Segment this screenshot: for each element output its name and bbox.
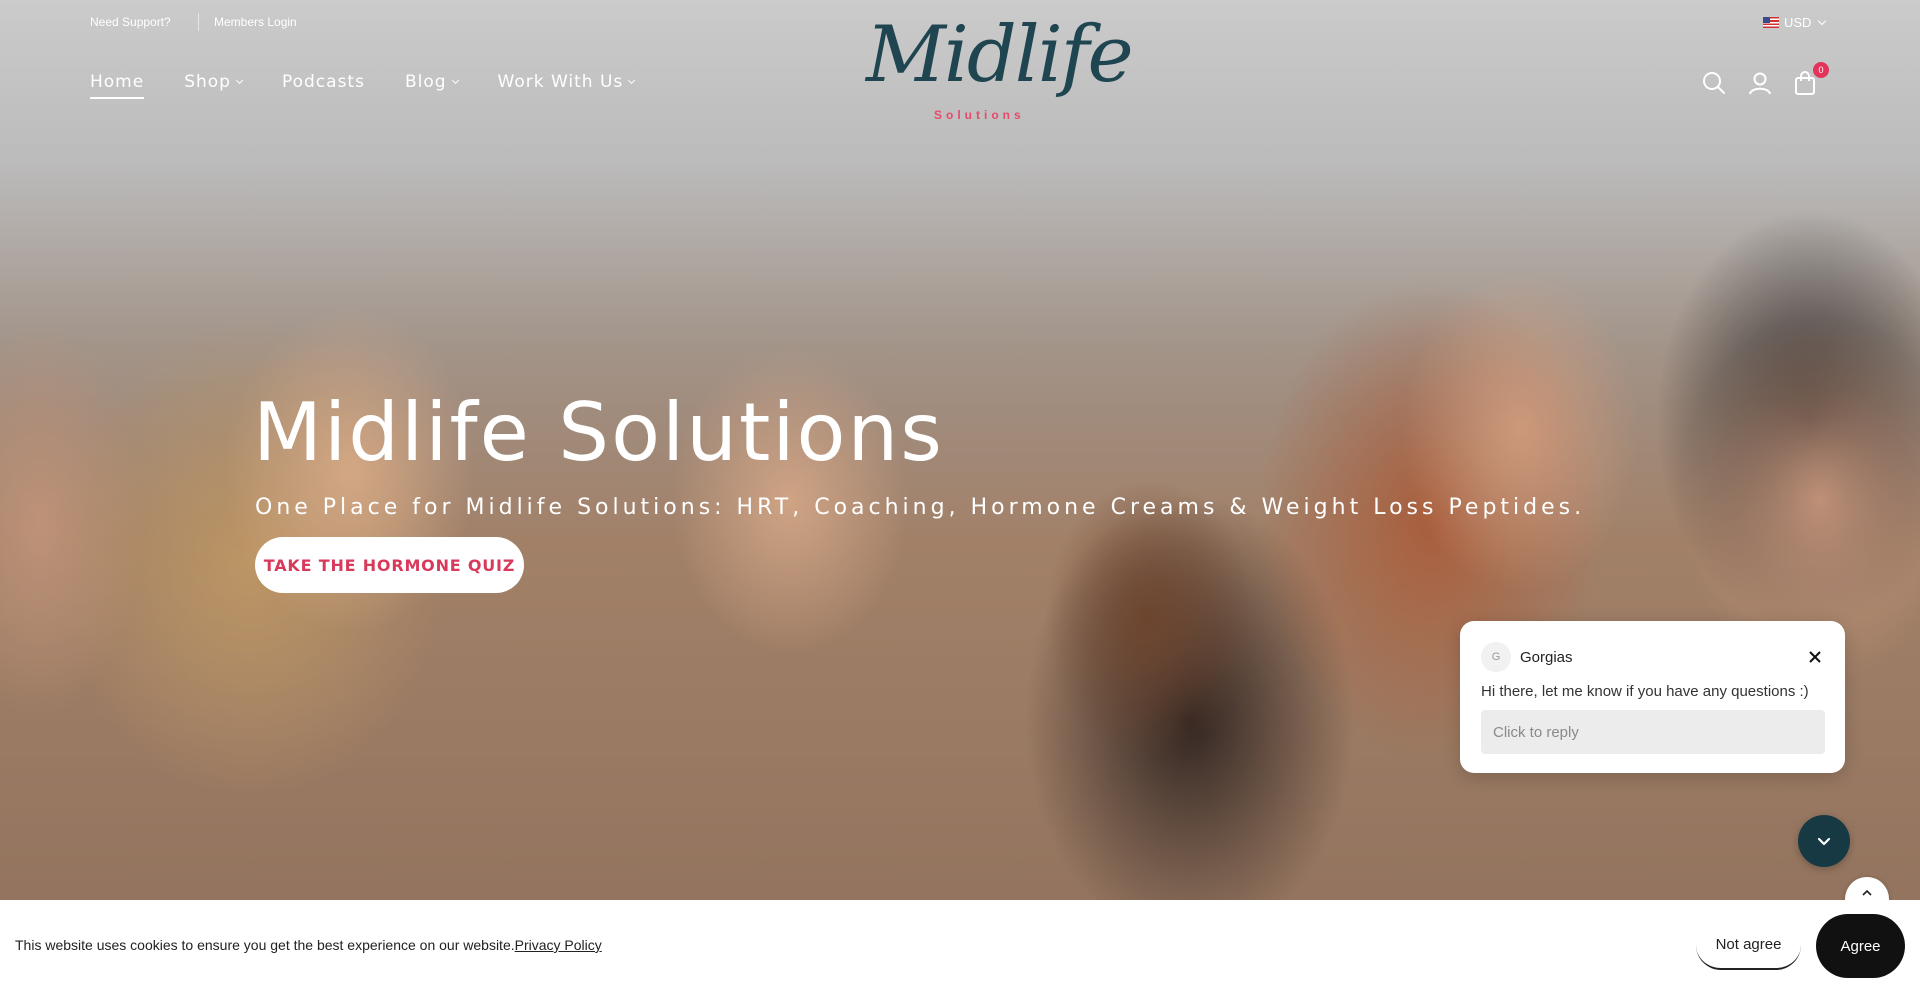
chevron-down-icon (1818, 16, 1827, 25)
search-icon[interactable] (1701, 70, 1727, 96)
members-login-link[interactable]: Members Login (214, 15, 297, 29)
user-icon[interactable] (1747, 70, 1773, 96)
hormone-quiz-button[interactable]: TAKE THE HORMONE QUIZ (255, 537, 524, 593)
site-logo[interactable]: Midlife Solutions (866, 16, 1134, 146)
chat-popup: G Gorgias Hi there, let me know if you h… (1460, 621, 1845, 773)
nav-item-label: Work With Us (497, 72, 624, 92)
nav-item-shop[interactable]: Shop (184, 70, 244, 94)
chat-reply-input[interactable] (1481, 710, 1825, 754)
top-bar-divider (198, 13, 199, 31)
need-support-link[interactable]: Need Support? (90, 15, 171, 29)
currency-selector[interactable]: USD (1763, 15, 1827, 30)
agree-button[interactable]: Agree (1816, 914, 1905, 978)
chevron-down-icon (1817, 837, 1831, 846)
nav-item-label: Home (90, 72, 145, 92)
hero-title: Midlife Solutions (253, 386, 944, 479)
currency-label: USD (1784, 15, 1812, 30)
nav-item-home[interactable]: Home (90, 70, 145, 99)
chat-message: Hi there, let me know if you have any qu… (1481, 683, 1809, 700)
logo-script-text: Midlife (866, 10, 1134, 100)
nav-item-label: Podcasts (281, 72, 365, 92)
chat-toggle-button[interactable] (1798, 815, 1850, 867)
close-icon[interactable] (1804, 646, 1826, 668)
hero-subtitle: One Place for Midlife Solutions: HRT, Co… (255, 495, 1586, 520)
cookie-banner-text: This website uses cookies to ensure you … (15, 937, 602, 953)
privacy-policy-link[interactable]: Privacy Policy (515, 937, 602, 953)
chat-agent-name: Gorgias (1520, 649, 1573, 666)
nav-item-podcasts[interactable]: Podcasts (282, 70, 365, 94)
cookie-message: This website uses cookies to ensure you … (15, 937, 515, 953)
chat-avatar: G (1481, 642, 1511, 672)
logo-sub-text: Solutions (934, 108, 1025, 122)
nav-item-blog[interactable]: Blog (404, 70, 459, 94)
not-agree-button[interactable]: Not agree (1696, 920, 1801, 970)
nav-item-label: Shop (184, 72, 231, 92)
chevron-down-icon (235, 76, 244, 84)
us-flag-icon (1763, 17, 1779, 28)
chevron-down-icon (451, 76, 459, 84)
cart-count-badge: 0 (1813, 62, 1829, 78)
nav-item-label: Blog (404, 72, 447, 92)
chevron-down-icon (628, 76, 636, 84)
nav-item-work-with-us[interactable]: Work With Us (497, 70, 636, 94)
main-nav: Home Shop Podcasts Blog Work With Us (90, 70, 674, 99)
